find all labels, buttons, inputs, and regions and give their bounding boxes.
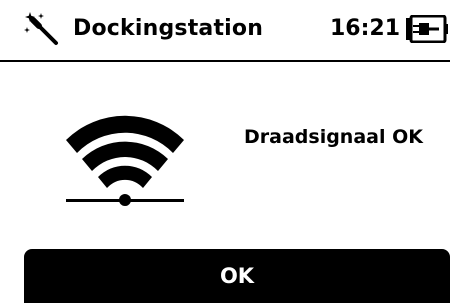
page-title: Dockingstation [73,16,264,41]
ok-button[interactable]: OK [24,249,450,303]
clock-time: 16:21 [330,16,401,41]
ok-button-label: OK [219,264,255,288]
magic-wand-icon [24,10,60,46]
battery-plug-icon [404,14,448,44]
wifi-signal-icon [62,110,188,210]
docking-station-screen: Dockingstation 16:21 Draadsignaal OK OK [0,0,450,307]
signal-status-text: Draadsignaal OK [244,126,423,148]
header-bar: Dockingstation 16:21 [0,0,450,62]
